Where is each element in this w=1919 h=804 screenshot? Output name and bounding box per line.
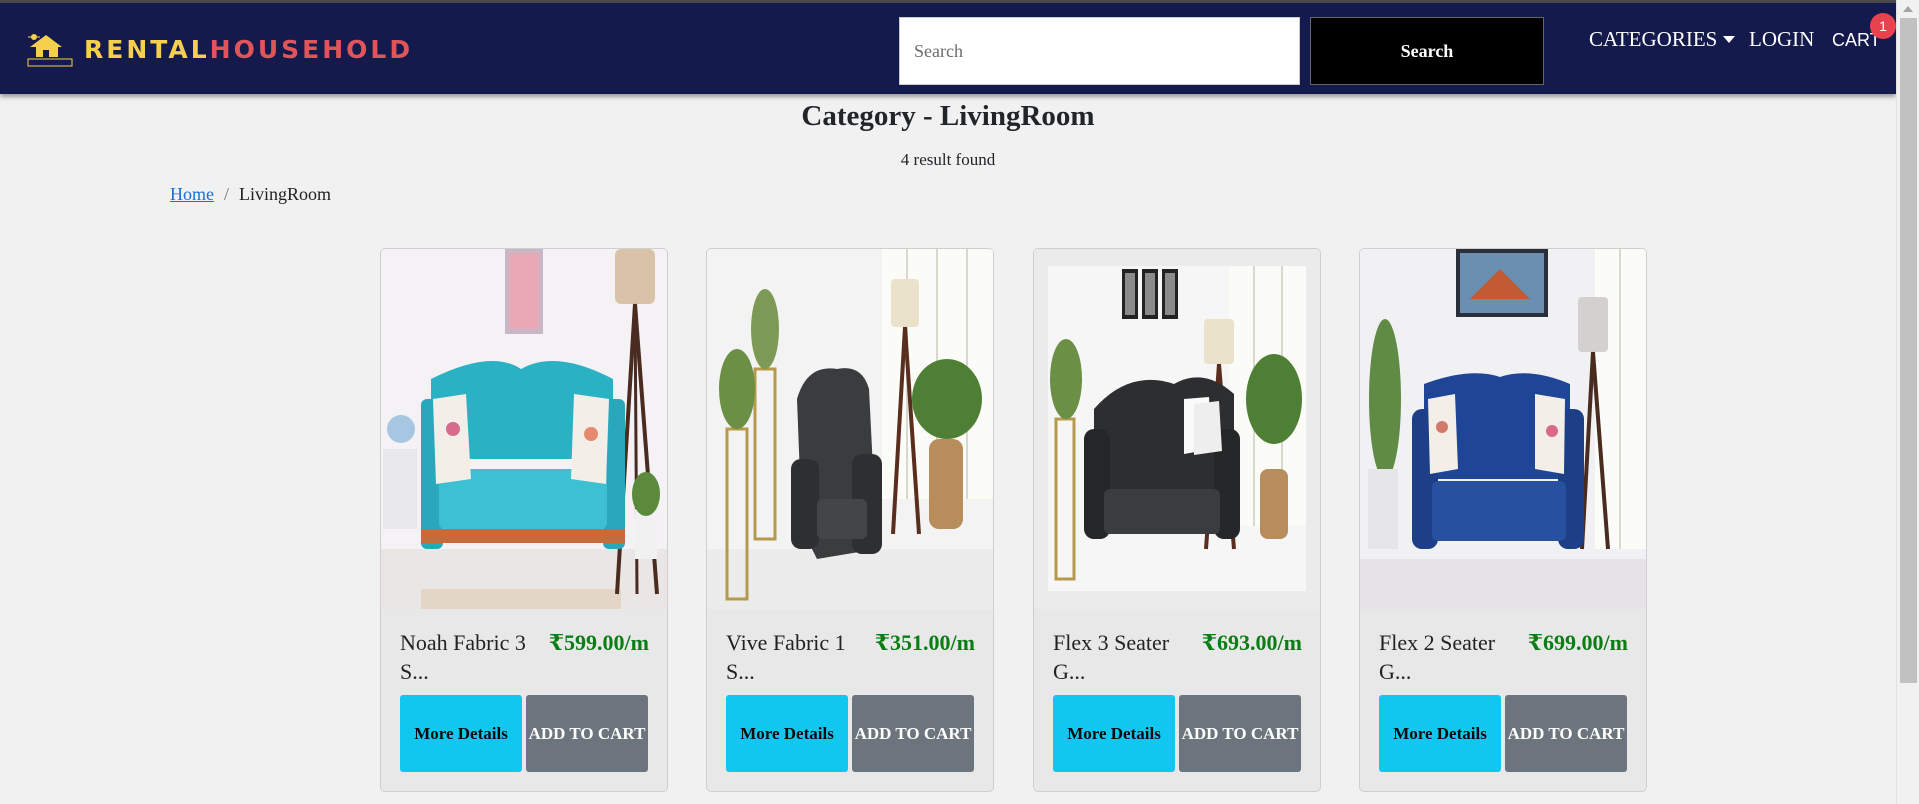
brand-logo[interactable]: RENTALHOUSEHOLD bbox=[26, 29, 413, 69]
add-to-cart-button[interactable]: ADD TO CART bbox=[1505, 695, 1627, 772]
result-count: 4 result found bbox=[900, 150, 996, 169]
page-title: Category - LivingRoom bbox=[801, 100, 1095, 132]
product-price: ₹699.00/m bbox=[1527, 630, 1628, 655]
product-card: Noah Fabric 3 S... ₹599.00/m More Detail… bbox=[380, 248, 668, 792]
add-to-cart-button[interactable]: ADD TO CART bbox=[852, 695, 974, 772]
product-price: ₹351.00/m bbox=[874, 630, 975, 655]
cart-count-badge: 1 bbox=[1870, 13, 1896, 39]
product-price: ₹693.00/m bbox=[1201, 630, 1302, 655]
breadcrumb: Home / LivingRoom bbox=[170, 184, 331, 205]
product-price: ₹599.00/m bbox=[548, 630, 649, 655]
search-input[interactable] bbox=[899, 17, 1300, 85]
more-details-button[interactable]: More Details bbox=[1379, 695, 1501, 772]
more-details-button[interactable]: More Details bbox=[726, 695, 848, 772]
product-name[interactable]: Vive Fabric 1 S... bbox=[726, 628, 866, 686]
search-button[interactable]: Search bbox=[1310, 17, 1544, 85]
breadcrumb-home-link[interactable]: Home bbox=[170, 184, 214, 205]
breadcrumb-current: LivingRoom bbox=[239, 184, 332, 204]
navbar: RENTALHOUSEHOLD Search CATEGORIES LOGIN … bbox=[0, 3, 1896, 94]
caret-down-icon bbox=[1723, 36, 1736, 43]
more-details-button[interactable]: More Details bbox=[1053, 695, 1175, 772]
product-image[interactable] bbox=[1034, 249, 1320, 609]
scroll-up-arrow-icon[interactable] bbox=[1903, 6, 1913, 12]
product-name[interactable]: Flex 3 Seater G... bbox=[1053, 628, 1193, 686]
add-to-cart-button[interactable]: ADD TO CART bbox=[526, 695, 648, 772]
scrollbar-thumb[interactable] bbox=[1900, 18, 1917, 683]
product-image[interactable] bbox=[1360, 249, 1646, 609]
categories-label: CATEGORIES bbox=[1589, 27, 1718, 51]
product-name[interactable]: Flex 2 Seater G... bbox=[1379, 628, 1519, 686]
product-card: Vive Fabric 1 S... ₹351.00/m More Detail… bbox=[706, 248, 994, 792]
vertical-scrollbar[interactable] bbox=[1896, 0, 1919, 804]
breadcrumb-separator: / bbox=[224, 184, 230, 204]
product-image[interactable] bbox=[381, 249, 667, 609]
product-name[interactable]: Noah Fabric 3 S... bbox=[400, 628, 540, 686]
product-card: Flex 3 Seater G... ₹693.00/m More Detail… bbox=[1033, 248, 1321, 792]
more-details-button[interactable]: More Details bbox=[400, 695, 522, 772]
product-card: Flex 2 Seater G... ₹699.00/m More Detail… bbox=[1359, 248, 1647, 792]
login-link[interactable]: LOGIN bbox=[1749, 27, 1814, 52]
product-image[interactable] bbox=[707, 249, 993, 609]
house-logo-icon bbox=[26, 29, 74, 69]
categories-dropdown[interactable]: CATEGORIES bbox=[1589, 27, 1736, 52]
add-to-cart-button[interactable]: ADD TO CART bbox=[1179, 695, 1301, 772]
brand-name: RENTALHOUSEHOLD bbox=[84, 34, 414, 64]
